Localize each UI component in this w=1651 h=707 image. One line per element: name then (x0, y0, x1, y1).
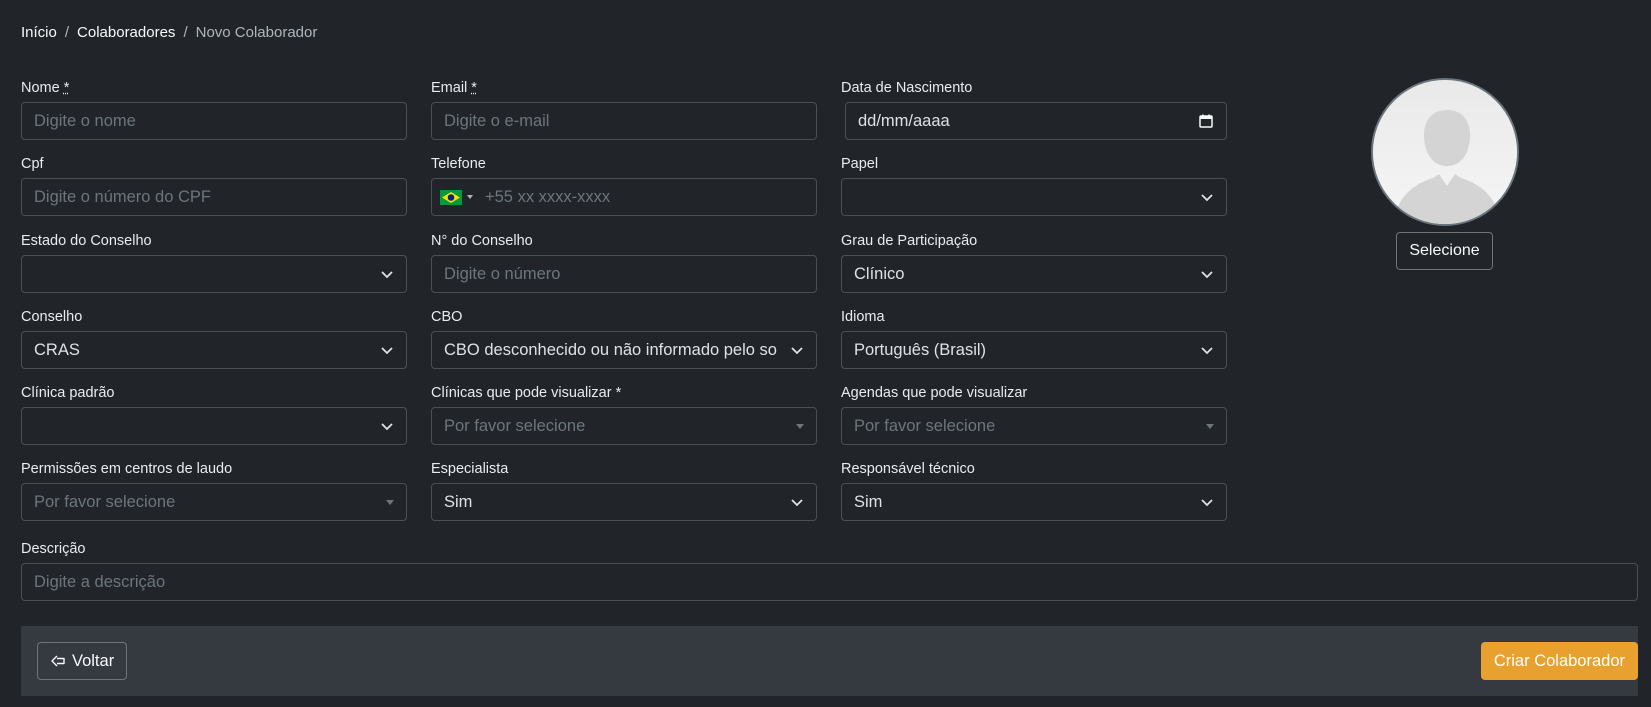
cbo-field-group: CBO CBO desconhecido ou não informado pe… (431, 307, 817, 369)
cpf-label: Cpf (21, 156, 44, 172)
agendas-visualizar-field-group: Agendas que pode visualizar Por favor se… (841, 383, 1227, 445)
chevron-down-icon (381, 271, 393, 279)
responsavel-tecnico-field-group: Responsável técnico Sim (841, 459, 1227, 521)
permissoes-laudo-multiselect[interactable]: Por favor selecione (21, 483, 407, 521)
email-label: Email * (431, 80, 477, 96)
chevron-down-icon (1201, 499, 1213, 507)
clinica-padrao-field-group: Clínica padrão (21, 383, 407, 445)
agendas-visualizar-label: Agendas que pode visualizar (841, 385, 1028, 401)
nome-input[interactable]: Digite o nome (21, 102, 407, 140)
papel-label: Papel (841, 156, 879, 172)
numero-conselho-field-group: N° do Conselho Digite o número (431, 231, 817, 293)
chevron-down-icon (381, 423, 393, 431)
chevron-down-icon (1201, 347, 1213, 355)
chevron-down-icon (791, 499, 803, 507)
estado-conselho-select[interactable] (21, 255, 407, 293)
idioma-select[interactable]: Português (Brasil) (841, 331, 1227, 369)
telefone-input[interactable]: +55 xx xxxx-xxxx (431, 178, 817, 216)
chevron-down-icon (381, 347, 393, 355)
grau-field-group: Grau de Participação Clínico (841, 231, 1227, 293)
clinica-padrao-label: Clínica padrão (21, 385, 115, 401)
chevron-down-icon (1201, 271, 1213, 279)
agendas-visualizar-multiselect[interactable]: Por favor selecione (841, 407, 1227, 445)
birthdate-input[interactable]: dd/mm/aaaa (845, 102, 1227, 140)
email-input[interactable]: Digite o e-mail (431, 102, 817, 140)
chevron-down-icon (791, 347, 803, 355)
telefone-label: Telefone (431, 156, 486, 172)
create-collaborator-button[interactable]: Criar Colaborador (1480, 642, 1638, 680)
back-button[interactable]: Voltar (37, 642, 128, 680)
telefone-field-group: Telefone +55 xx xxxx-xxxx (431, 154, 817, 216)
especialista-label: Especialista (431, 461, 509, 477)
calendar-icon[interactable] (1198, 113, 1214, 129)
numero-conselho-label: N° do Conselho (431, 233, 533, 249)
especialista-field-group: Especialista Sim (431, 459, 817, 521)
email-field-group: Email * Digite o e-mail (431, 78, 817, 140)
descricao-input[interactable]: Digite a descrição (21, 563, 1638, 601)
caret-down-icon (386, 499, 394, 505)
user-silhouette-icon (1373, 80, 1517, 224)
nome-field-group: Nome * Digite o nome (21, 78, 407, 140)
permissoes-laudo-label: Permissões em centros de laudo (21, 461, 233, 477)
descricao-label: Descrição (21, 541, 86, 557)
arrow-left-icon (51, 655, 65, 667)
estado-conselho-field-group: Estado do Conselho (21, 231, 407, 293)
cbo-select[interactable]: CBO desconhecido ou não informado pelo s… (431, 331, 817, 369)
breadcrumb-home-link[interactable]: Início (21, 24, 57, 41)
especialista-select[interactable]: Sim (431, 483, 817, 521)
breadcrumb-current: Novo Colaborador (195, 24, 318, 41)
breadcrumb: Início / Colaboradores / Novo Colaborado… (21, 24, 317, 41)
cpf-field-group: Cpf Digite o número do CPF (21, 154, 407, 216)
cbo-label: CBO (431, 309, 463, 325)
numero-conselho-input[interactable]: Digite o número (431, 255, 817, 293)
clinica-padrao-select[interactable] (21, 407, 407, 445)
brazil-flag-icon[interactable] (440, 189, 462, 205)
breadcrumb-separator: / (183, 24, 188, 41)
breadcrumb-collaborators-link[interactable]: Colaboradores (77, 24, 175, 41)
nome-label: Nome * (21, 80, 70, 96)
caret-down-icon (1206, 423, 1214, 429)
grau-participacao-select[interactable]: Clínico (841, 255, 1227, 293)
avatar (1371, 78, 1519, 226)
back-button-label: Voltar (72, 651, 115, 670)
clinicas-visualizar-label: Clínicas que pode visualizar * (431, 385, 622, 401)
conselho-select[interactable]: CRAS (21, 331, 407, 369)
estado-conselho-label: Estado do Conselho (21, 233, 152, 249)
grau-label: Grau de Participação (841, 233, 978, 249)
form-footer: Voltar Criar Colaborador (21, 626, 1638, 696)
select-photo-button[interactable]: Selecione (1396, 232, 1493, 270)
papel-select[interactable] (841, 178, 1227, 216)
caret-down-icon (796, 423, 804, 429)
papel-field-group: Papel (841, 154, 1227, 216)
responsavel-tecnico-select[interactable]: Sim (841, 483, 1227, 521)
breadcrumb-separator: / (64, 24, 70, 41)
idioma-label: Idioma (841, 309, 885, 325)
nascimento-label: Data de Nascimento (841, 80, 973, 96)
clinicas-visualizar-multiselect[interactable]: Por favor selecione (431, 407, 817, 445)
permissoes-laudo-field-group: Permissões em centros de laudo Por favor… (21, 459, 407, 521)
nascimento-field-group: Data de Nascimento dd/mm/aaaa (841, 78, 1227, 140)
conselho-field-group: Conselho CRAS (21, 307, 407, 369)
descricao-field-group: Descrição Digite a descrição (21, 539, 1638, 601)
responsavel-tecnico-label: Responsável técnico (841, 461, 975, 477)
clinicas-visualizar-field-group: Clínicas que pode visualizar * Por favor… (431, 383, 817, 445)
country-dropdown-caret-icon[interactable] (467, 195, 473, 199)
cpf-input[interactable]: Digite o número do CPF (21, 178, 407, 216)
chevron-down-icon (1201, 194, 1213, 202)
idioma-field-group: Idioma Português (Brasil) (841, 307, 1227, 369)
conselho-label: Conselho (21, 309, 83, 325)
